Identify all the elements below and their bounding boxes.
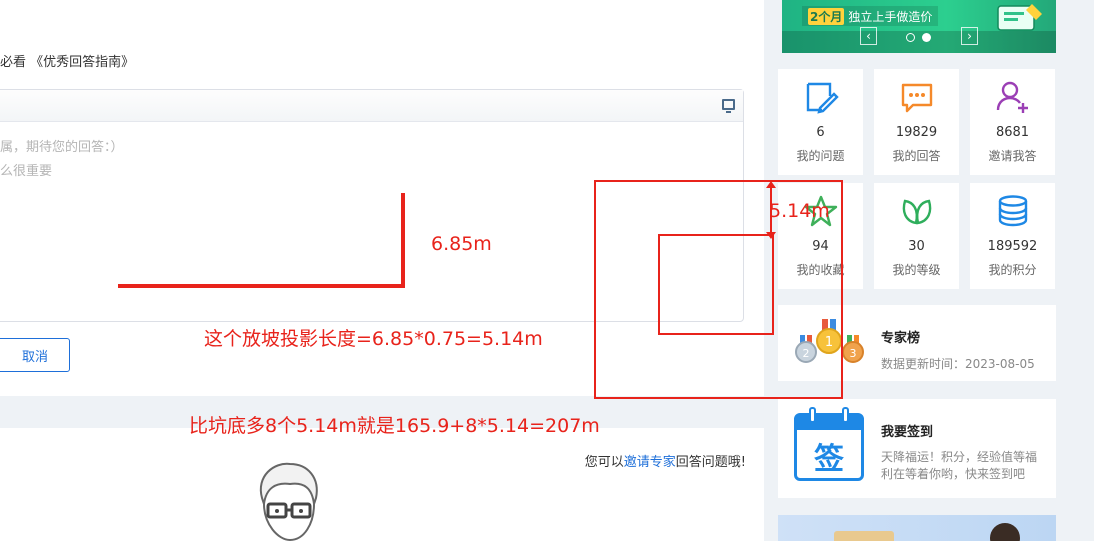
stat-label: 我的回答 [892, 149, 941, 163]
inner-pit-rectangle [658, 234, 774, 335]
leaf-icon [902, 199, 931, 225]
add-user-icon [996, 81, 1028, 113]
invite-suffix: 回答问题哦! [675, 455, 746, 470]
banner-tag: 2个月 [808, 7, 845, 25]
editor-placeholder-line2: 么很重要 [0, 164, 53, 179]
chat-bubble-icon [901, 83, 932, 113]
formula-projection: 这个放坡投影长度=6.85*0.75=5.14m [204, 328, 543, 350]
stat-label: 我的问题 [796, 149, 845, 163]
answer-guide-link[interactable]: 必看 《优秀回答指南》 [0, 51, 134, 70]
invite-panel: 您可以邀请专家回答问题哦! [0, 428, 764, 541]
banner-illustration [997, 4, 1042, 31]
stat-value: 189592 [987, 239, 1038, 254]
carousel-dot-2[interactable] [922, 33, 931, 42]
calendar-badge-char: 签 [814, 442, 844, 477]
promo-tag [834, 531, 894, 541]
expert-updated-time: 数据更新时间：2023-08-05 [881, 357, 1035, 371]
stat-my-questions[interactable]: 6 我的问题 [778, 69, 863, 175]
slope-height-line [401, 193, 405, 287]
banner-text: 独立上手做造价 [848, 9, 933, 24]
invite-prefix: 您可以 [584, 455, 624, 470]
stat-value: 30 [908, 239, 925, 254]
cartoon-avatar-illustration [259, 462, 318, 541]
stat-my-answers[interactable]: 19829 我的回答 [874, 69, 959, 175]
promo-person-image [990, 523, 1020, 541]
edit-note-icon [806, 82, 839, 114]
fullscreen-icon[interactable] [722, 99, 735, 113]
stat-my-level[interactable]: 30 我的等级 [874, 183, 959, 289]
editor-placeholder-line1: 属，期待您的回答：） [0, 140, 124, 155]
stat-label: 邀请我答 [988, 149, 1037, 163]
editor-toolbar [0, 90, 743, 122]
banner-nav-bar [782, 31, 1056, 53]
formula-total: 比坑底多8个5.14m就是165.9+8*5.14=207m [189, 415, 600, 437]
signin-card[interactable]: 签 我要签到 天降福运！积分，经验值等福 利在等着你哟，快来签到吧 [778, 399, 1056, 498]
invite-expert-text: 您可以邀请专家回答问题哦! [585, 451, 746, 470]
signin-desc-line2: 利在等着你哟，快来签到吧 [881, 467, 1026, 481]
stat-value: 19829 [895, 125, 938, 140]
stat-label: 我的等级 [892, 263, 941, 277]
length-label: 6.85m [431, 233, 492, 255]
chevron-left-icon[interactable]: ‹ [860, 27, 877, 45]
banner-headline: 2个月 独立上手做造价 [802, 6, 939, 26]
promo-banner[interactable]: 2个月 独立上手做造价 ‹ › [782, 0, 1056, 53]
signin-desc-line1: 天降福运！积分，经验值等福 [881, 450, 1038, 464]
expert-title: 专家榜 [881, 331, 921, 346]
stat-my-points[interactable]: 189592 我的积分 [970, 183, 1055, 289]
invite-expert-link[interactable]: 邀请专家 [624, 455, 676, 470]
carousel-dot-1[interactable] [906, 33, 915, 42]
stat-label: 我的积分 [988, 263, 1037, 277]
slope-base-line [118, 284, 405, 288]
stat-invited[interactable]: 8681 邀请我答 [970, 69, 1055, 175]
coins-stack-icon [998, 195, 1027, 227]
bottom-promo-banner[interactable] [778, 515, 1056, 541]
cancel-button[interactable]: 取消 [0, 338, 70, 372]
chevron-right-icon[interactable]: › [961, 27, 978, 45]
svg-text:3: 3 [850, 347, 857, 360]
calendar-icon: 签 [794, 407, 864, 481]
stat-value: 8681 [995, 125, 1030, 140]
stat-value: 6 [816, 125, 825, 140]
projection-label: 5.14m [769, 200, 830, 222]
signin-title: 我要签到 [881, 425, 934, 440]
